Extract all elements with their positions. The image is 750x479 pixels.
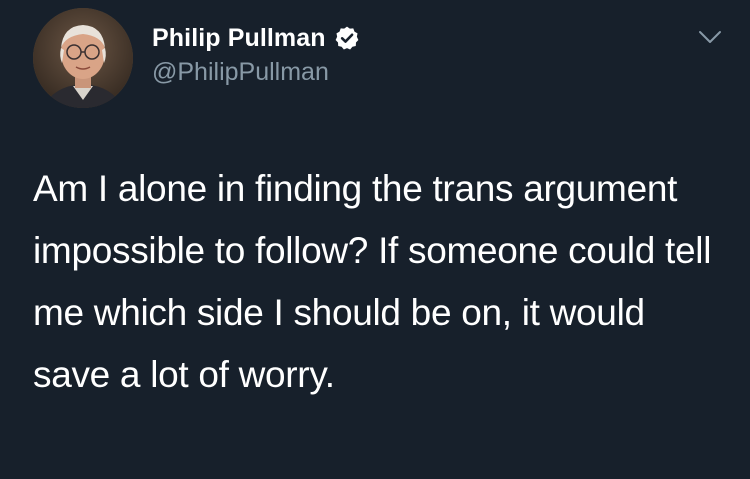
name-row: Philip Pullman xyxy=(152,22,360,54)
chevron-down-icon[interactable] xyxy=(697,28,723,46)
avatar[interactable] xyxy=(33,8,133,108)
verified-badge-icon xyxy=(334,25,360,51)
tweet-text: Am I alone in finding the trans argument… xyxy=(33,168,712,395)
user-handle[interactable]: @PhilipPullman xyxy=(152,58,360,87)
author-info: Philip Pullman @PhilipPullman xyxy=(152,22,360,87)
tweet-card: Philip Pullman @PhilipPullman Am I alone… xyxy=(0,0,750,479)
display-name[interactable]: Philip Pullman xyxy=(152,24,326,53)
avatar-photo xyxy=(33,8,133,108)
